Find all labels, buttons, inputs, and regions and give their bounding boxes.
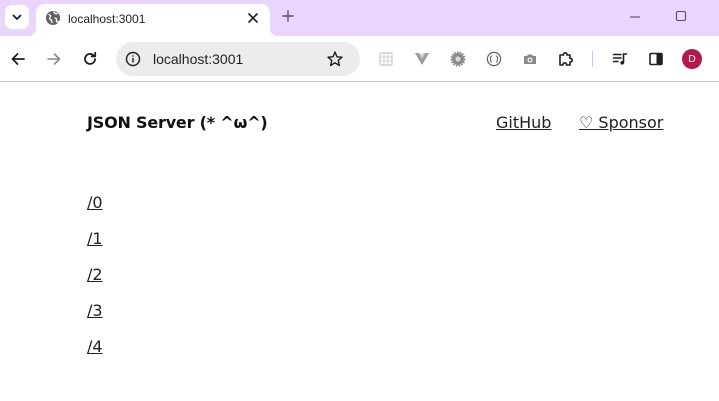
list-item: /2 [87,265,103,301]
arrow-right-icon [47,53,61,65]
arrow-left-icon [11,53,25,65]
profile-avatar[interactable]: D [682,49,702,69]
forward-button[interactable] [42,47,66,71]
route-link-0[interactable]: /0 [87,193,103,212]
list-item: /3 [87,301,103,337]
settings-extension-button[interactable] [446,47,470,71]
chevron-down-icon [12,14,22,20]
back-button[interactable] [6,47,30,71]
list-item: /1 [87,229,103,265]
tab-title: localhost:3001 [68,12,146,26]
vue-devtools-button[interactable] [410,47,434,71]
active-tab[interactable]: localhost:3001 [28,4,278,36]
globe-icon [46,11,60,25]
toolbar-divider [592,51,593,67]
playlist-icon [612,53,628,65]
extension-grid-button[interactable] [374,47,398,71]
camera-icon [524,54,536,64]
tab-strip: localhost:3001 [0,0,719,36]
browser-toolbar: localhost:3001 D [0,36,719,82]
minimize-button[interactable] [626,8,644,24]
route-link-1[interactable]: /1 [87,229,103,248]
star-icon[interactable] [326,50,344,68]
tab-close-button[interactable] [243,8,263,28]
new-tab-button[interactable] [277,5,299,27]
route-link-3[interactable]: /3 [87,301,103,320]
screenshot-extension-button[interactable] [518,47,542,71]
address-bar[interactable]: localhost:3001 [116,42,360,76]
list-item: /0 [87,193,103,229]
plus-icon [282,10,294,22]
close-icon [248,13,258,23]
code-extension-button[interactable] [482,47,506,71]
info-icon[interactable] [125,51,141,67]
route-link-4[interactable]: /4 [87,337,103,356]
site-brand: JSON Server (* ^ω^) [87,113,268,132]
sponsor-link[interactable]: ♡ Sponsor [579,113,663,132]
code-braces-icon [486,51,502,67]
reload-button[interactable] [78,47,102,71]
gear-icon [450,51,466,67]
media-controls-button[interactable] [608,47,632,71]
minimize-icon [630,16,640,18]
reload-icon [84,51,97,65]
list-item: /4 [87,337,103,373]
url-text[interactable]: localhost:3001 [153,51,243,67]
extensions-menu-button[interactable] [554,47,578,71]
side-panel-icon [649,52,663,66]
github-link[interactable]: GitHub [496,113,551,132]
vue-icon [415,53,429,65]
routes-list: /0 /1 /2 /3 /4 [87,193,103,373]
puzzle-icon [559,52,573,66]
maximize-button[interactable] [672,8,690,24]
grid-extension-icon [379,52,393,66]
side-panel-button[interactable] [644,47,668,71]
route-link-2[interactable]: /2 [87,265,103,284]
tab-search-button[interactable] [5,5,29,29]
maximize-icon [675,10,687,22]
page-content: JSON Server (* ^ω^) GitHub ♡ Sponsor /0 … [0,83,719,401]
